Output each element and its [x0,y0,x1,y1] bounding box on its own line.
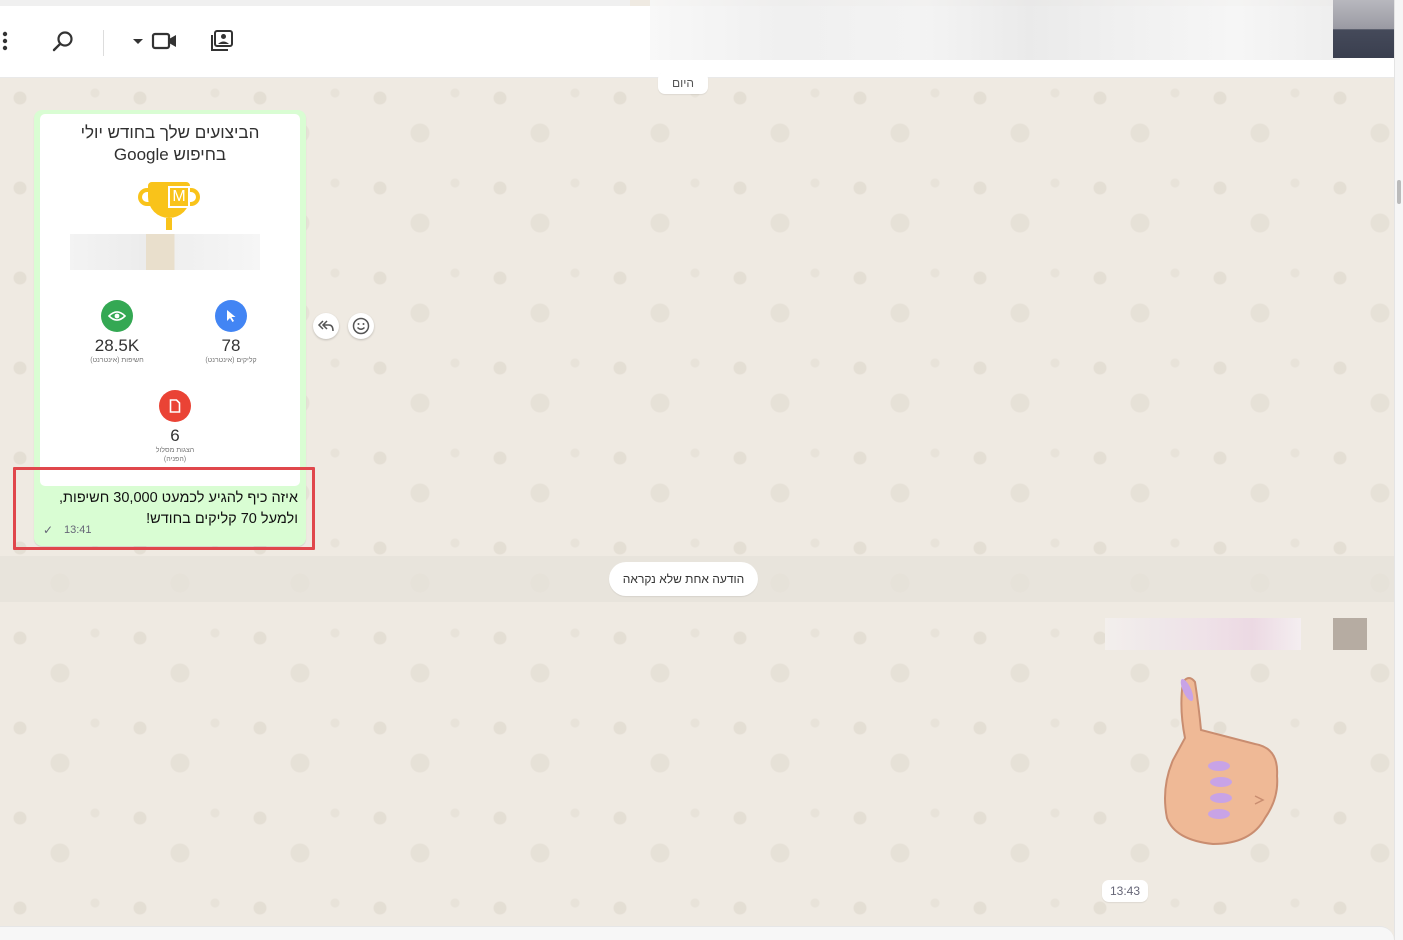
trophy-letter: M [168,186,190,208]
video-call-icon[interactable] [130,28,180,54]
eye-icon [101,300,133,332]
message-time: 13:41 [64,524,92,536]
stat-calls: 6 הצגות מסלול (הפניה) [130,390,220,463]
stat-views-label: חשיפות (אינטרנט) [90,357,144,364]
stat-views: 28.5K חשיפות (אינטרנט) [72,300,162,364]
unread-messages-notice: הודעה אחת שלא נקראה [609,562,758,596]
react-emoji-button[interactable] [348,313,374,339]
stat-views-value: 28.5K [94,336,140,355]
menu-dots-icon[interactable] [0,28,18,54]
sticker-time: 13:43 [1102,880,1148,902]
stat-clicks: 78 קליקים (אינטרנט) [186,300,276,364]
contact-avatar[interactable] [1333,0,1397,58]
contact-name-redacted [650,0,1340,60]
forward-reply-button[interactable] [313,313,339,339]
sender-name-redacted [1105,618,1301,650]
search-icon[interactable] [50,28,76,54]
stat-calls-label-line2: (הפניה) [163,456,187,463]
report-title-line2: בחיפוש Google [113,145,227,164]
reply-all-icon [317,320,334,332]
gallery-icon[interactable] [209,28,235,54]
chat-scrollbar[interactable] [1394,0,1403,940]
sent-check-icon: ✓ [43,523,54,537]
thumbs-up-sticker[interactable] [1155,668,1285,850]
stat-calls-value: 6 [170,426,180,445]
outgoing-image-message[interactable]: הביצועים שלך בחודש יולי בחיפוש Google M … [34,110,306,546]
business-name-redacted [70,234,260,270]
document-icon [159,390,191,422]
stat-calls-label: הצגות מסלול [155,447,195,454]
trophy-icon: M [138,182,200,238]
header-divider [103,30,104,56]
sender-avatar[interactable] [1333,618,1367,650]
cursor-icon [215,300,247,332]
report-title-line1: הביצועים שלך בחודש יולי [80,123,260,142]
stat-clicks-value: 78 [221,336,241,355]
smiley-icon [352,317,370,335]
scrollbar-thumb[interactable] [1397,180,1401,204]
window-top-strip [0,0,630,6]
stat-clicks-label: קליקים (אינטרנט) [205,357,257,364]
date-separator: היום [658,72,708,94]
composer-bar-edge [0,926,1394,940]
report-title: הביצועים שלך בחודש יולי בחיפוש Google [40,122,300,166]
performance-report-image[interactable]: הביצועים שלך בחודש יולי בחיפוש Google M … [40,114,300,486]
